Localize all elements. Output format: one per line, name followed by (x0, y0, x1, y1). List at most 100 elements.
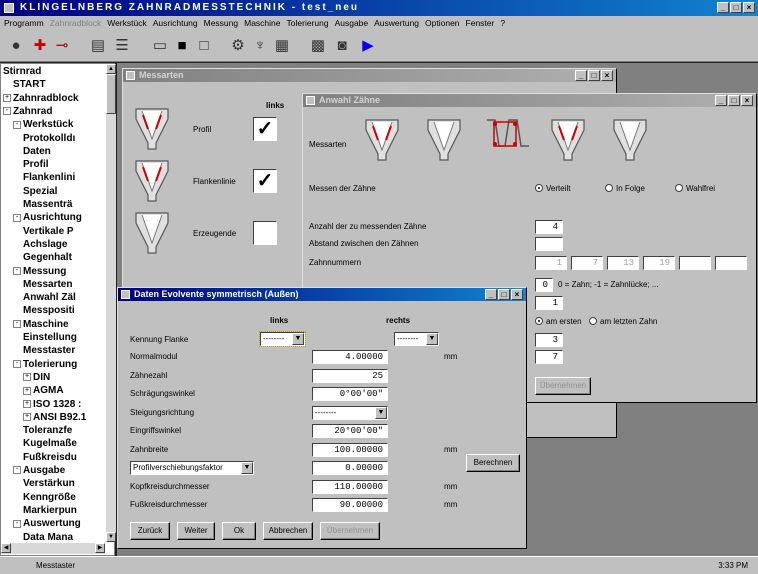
value-field[interactable]: 90.00000 (312, 498, 388, 512)
menu-item-11[interactable]: ? (500, 16, 505, 30)
scroll-down-icon[interactable]: ▼ (106, 532, 116, 542)
tree-node[interactable]: + Zahnradblock (3, 93, 79, 105)
tree-node[interactable]: Stirnrad (3, 66, 41, 78)
profilverschiebung-select[interactable]: Profilverschiebungsfaktor ▼ (130, 461, 254, 475)
field-3[interactable]: 3 (535, 333, 563, 347)
gear-icon[interactable]: ● (6, 36, 26, 56)
tree-node[interactable]: - Maschine (13, 319, 69, 331)
scroll-left-icon[interactable]: ◀ (1, 543, 11, 553)
tree-node[interactable]: Verstärkun (23, 478, 75, 490)
collapse-icon[interactable]: - (13, 213, 21, 222)
collapse-icon[interactable]: - (13, 466, 21, 475)
menu-item-10[interactable]: Fenster (466, 16, 495, 30)
minimize-icon[interactable]: _ (485, 289, 497, 300)
report-icon[interactable]: ▦ (272, 36, 292, 56)
anzahl-field[interactable]: 4 (535, 220, 563, 234)
tree-node[interactable]: + ISO 1328 : (23, 399, 81, 411)
tree-node[interactable]: Daten (23, 146, 51, 158)
menu-item-1[interactable]: Zahnradblock (50, 16, 102, 30)
messen-radio[interactable]: In Folge (605, 184, 645, 194)
collapse-icon[interactable]: - (13, 519, 21, 528)
menu-item-3[interactable]: Ausrichtung (153, 16, 198, 30)
scroll-up-icon[interactable]: ▲ (106, 64, 116, 74)
scroll-thumb[interactable] (106, 74, 116, 114)
scroll-right-icon[interactable]: ▶ (95, 543, 105, 553)
zahnnummer-field[interactable]: 1 (535, 256, 567, 270)
tree-horizontal-scrollbar[interactable]: ◀ ▶ (1, 543, 105, 554)
measure-tool-icon[interactable] (425, 116, 463, 162)
expand-icon[interactable]: + (23, 399, 31, 408)
steigungsrichtung-select[interactable]: -------- ▼ (312, 405, 388, 420)
measure-tool-icon[interactable] (549, 116, 587, 162)
value-field[interactable]: 110.00000 (312, 479, 388, 494)
tree-node[interactable]: Einstellung (23, 332, 77, 344)
tree-vertical-scrollbar[interactable]: ▲ ▼ (106, 64, 116, 542)
tree-node[interactable]: Gegenhalt (23, 252, 72, 264)
field-4[interactable]: 7 (535, 350, 563, 364)
measure-tool-icon[interactable] (363, 116, 401, 162)
messen-radio[interactable]: Verteilt (535, 184, 570, 194)
stylus-icon[interactable]: ⊸ (52, 36, 72, 56)
value-field[interactable]: 4.00000 (312, 350, 388, 364)
tree-node[interactable]: Spezial (23, 186, 57, 198)
zahnnummer-field[interactable]: 19 (643, 256, 675, 270)
tree-node[interactable]: Anwahl Zäl (23, 292, 76, 304)
value-field[interactable]: 100.00000 (312, 442, 388, 457)
menu-item-7[interactable]: Ausgabe (335, 16, 369, 30)
zahnnummer-field[interactable] (715, 256, 747, 270)
measure-tool-icon[interactable] (133, 209, 171, 255)
tree-node[interactable]: Protokolldı (23, 133, 75, 145)
tree-node[interactable]: Messtaster (23, 345, 75, 357)
measure-tool-icon[interactable] (133, 157, 171, 203)
gear-wheel-icon[interactable]: ⚙ (228, 36, 248, 56)
tree-node[interactable]: Toleranzfe (23, 425, 72, 437)
collapse-icon[interactable]: - (3, 107, 11, 116)
messart-checkbox[interactable] (253, 221, 277, 245)
maximize-icon[interactable]: □ (730, 2, 742, 13)
tree-node[interactable]: - Werkstück (13, 119, 73, 131)
tree-node[interactable]: Markierpun (23, 505, 77, 517)
expand-icon[interactable]: + (23, 373, 31, 382)
close-icon[interactable]: × (601, 70, 613, 81)
minimize-icon[interactable]: _ (717, 2, 729, 13)
tree-node[interactable]: + ANSI B92.1 (23, 412, 86, 424)
menu-item-6[interactable]: Tolerierung (287, 16, 329, 30)
open-folder-icon[interactable]: ▭ (150, 36, 170, 56)
menu-item-8[interactable]: Auswertung (374, 16, 419, 30)
minimize-icon[interactable]: _ (575, 70, 587, 81)
tree-node[interactable]: Fußkreisdu (23, 452, 77, 464)
tree-view-icon[interactable]: ▤ (88, 36, 108, 56)
expand-icon[interactable]: + (23, 386, 31, 395)
list-view-icon[interactable]: ☰ (112, 36, 132, 56)
tree-node[interactable]: Achslage (23, 239, 67, 251)
value-field[interactable]: 0.00000 (312, 461, 388, 475)
kennung-rechts-select[interactable]: -------- ▼ (394, 332, 439, 346)
menu-item-0[interactable]: Programm (4, 16, 44, 30)
messart-checkbox[interactable]: ✓ (253, 169, 277, 193)
berechnen-button[interactable]: Berechnen (466, 454, 520, 472)
calculator-icon[interactable]: ▩ (308, 36, 328, 56)
tree-node[interactable]: + AGMA (23, 385, 64, 397)
collapse-icon[interactable]: - (13, 120, 21, 129)
maximize-icon[interactable]: □ (498, 289, 510, 300)
close-icon[interactable]: × (743, 2, 755, 13)
tree-node[interactable]: Kugelmaße (23, 438, 77, 450)
tree-node[interactable]: - Messung (13, 266, 66, 278)
zahnnummer-field[interactable]: 7 (571, 256, 603, 270)
measure-tool-icon[interactable] (133, 105, 171, 151)
dialog-button[interactable]: Übernehmen (320, 522, 380, 540)
collapse-icon[interactable]: - (13, 266, 21, 275)
stylus-holder-icon[interactable]: ♆ (250, 36, 270, 56)
close-icon[interactable]: × (511, 289, 523, 300)
messen-radio[interactable]: Wahlfrei (675, 184, 715, 194)
messart-checkbox[interactable]: ✓ (253, 117, 277, 141)
tree-node[interactable]: - Zahnrad (3, 106, 52, 118)
tooth-gap-tool-icon[interactable] (485, 116, 531, 156)
zahnnummer-field[interactable]: 13 (607, 256, 639, 270)
tree-node[interactable]: Data Mana (23, 532, 73, 544)
kennung-links-select[interactable]: -------- ▼ (259, 331, 306, 347)
dialog-button[interactable]: Zurück (130, 522, 170, 540)
minimize-icon[interactable]: _ (715, 95, 727, 106)
dialog-button[interactable]: Abbrechen (263, 522, 313, 540)
start-radio[interactable]: am letzten Zahn (589, 317, 657, 327)
